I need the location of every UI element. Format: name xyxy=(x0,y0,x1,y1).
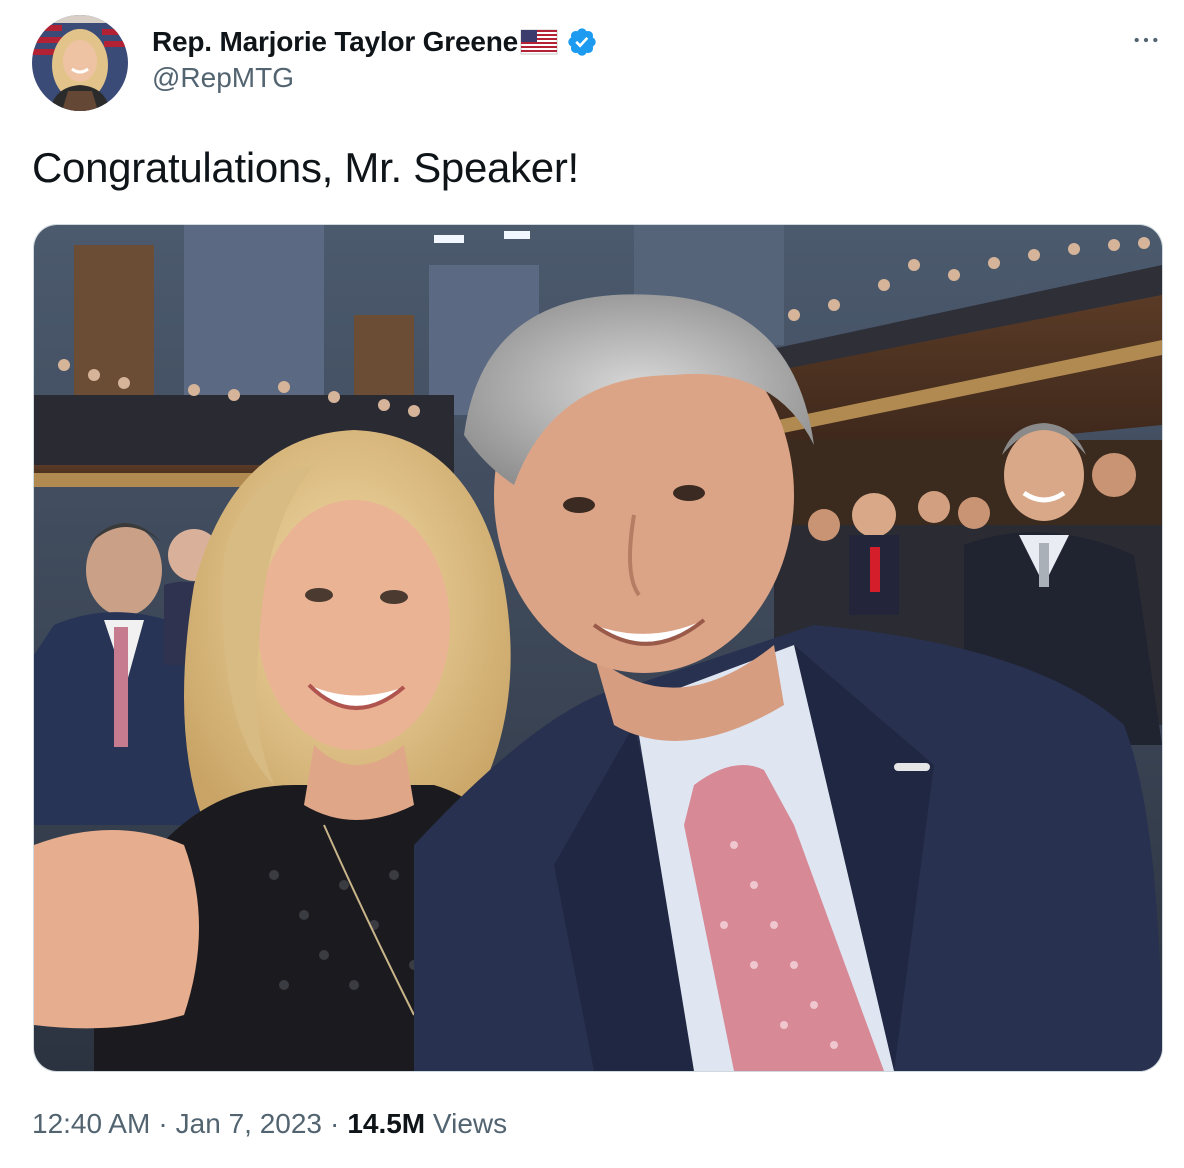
tweet-photo[interactable] xyxy=(33,224,1163,1072)
author-handle[interactable]: @RepMTG xyxy=(152,62,598,94)
tweet-card: Rep. Marjorie Taylor Greene @RepMTG Cong… xyxy=(0,0,1184,1168)
author-name-row: Rep. Marjorie Taylor Greene xyxy=(152,24,598,60)
tweet-date[interactable]: Jan 7, 2023 xyxy=(176,1108,322,1139)
verified-badge-icon[interactable] xyxy=(566,26,598,58)
author-display-name[interactable]: Rep. Marjorie Taylor Greene xyxy=(152,26,518,58)
us-flag-icon xyxy=(520,28,558,56)
more-horizontal-icon xyxy=(1134,37,1158,43)
meta-separator: · xyxy=(158,1108,168,1139)
avatar-image xyxy=(32,15,128,111)
photo-image xyxy=(34,225,1162,1071)
tweet-text: Congratulations, Mr. Speaker! xyxy=(32,144,579,191)
tweet-meta: 12:40 AM · Jan 7, 2023 · 14.5M Views xyxy=(32,1108,507,1140)
views-label: Views xyxy=(432,1108,508,1139)
author-info: Rep. Marjorie Taylor Greene @RepMTG xyxy=(152,24,598,94)
more-options-button[interactable] xyxy=(1126,20,1166,60)
tweet-time[interactable]: 12:40 AM xyxy=(32,1108,150,1139)
author-avatar[interactable] xyxy=(32,15,128,111)
views-count: 14.5M xyxy=(347,1108,426,1139)
meta-separator: · xyxy=(329,1108,340,1139)
